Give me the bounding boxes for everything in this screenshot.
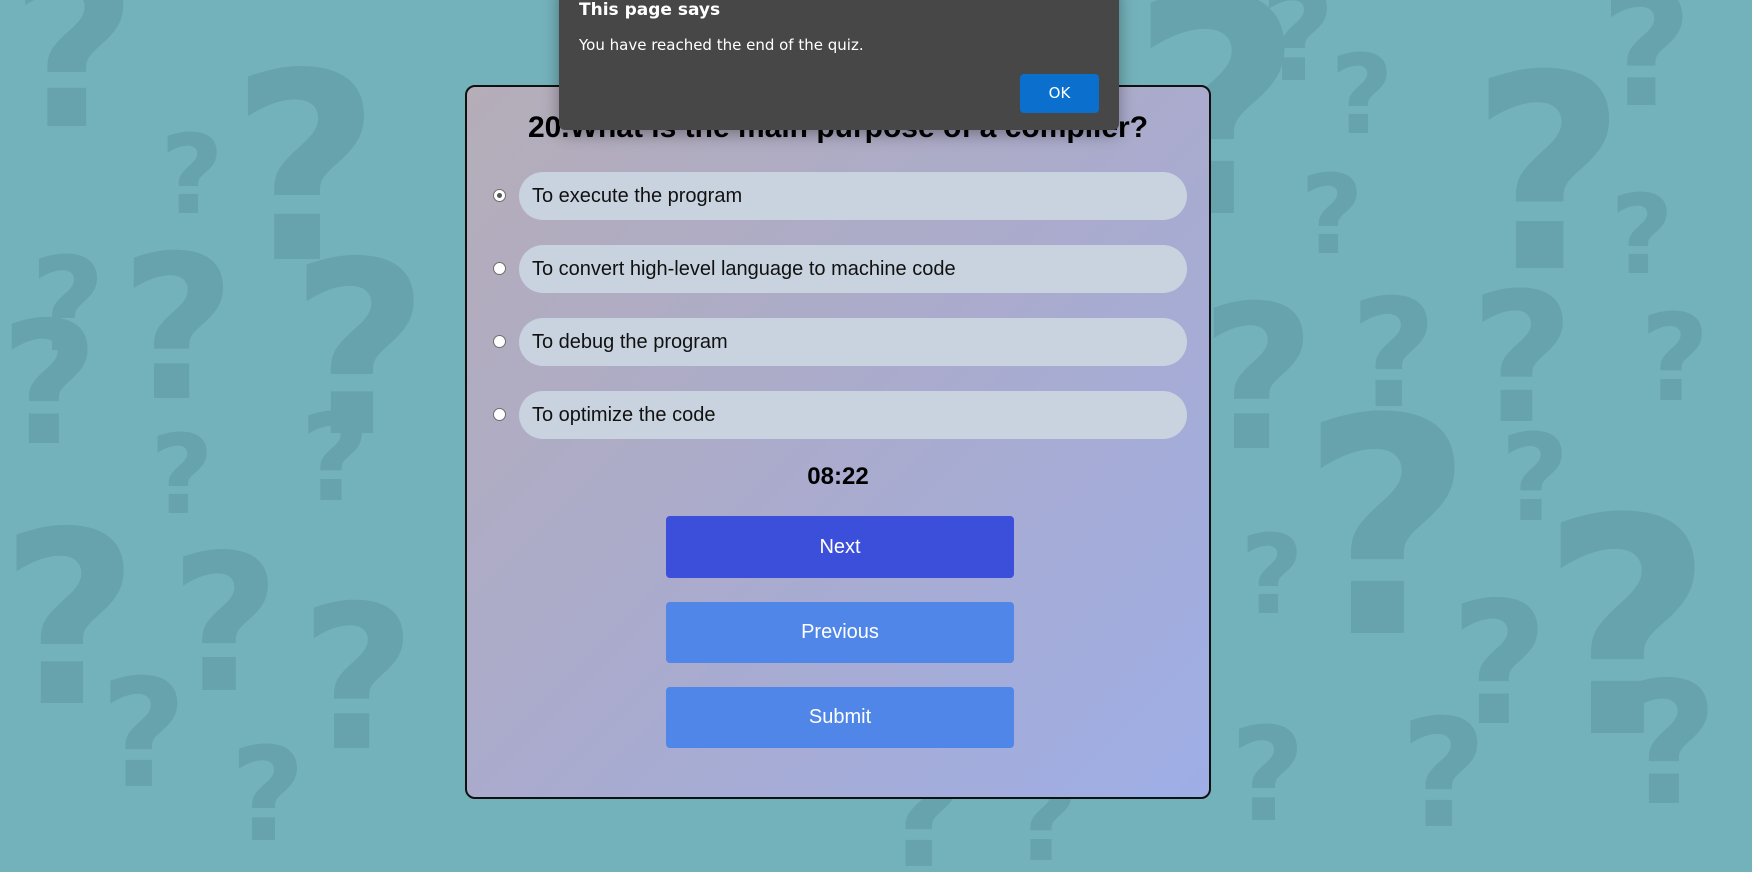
question-mark-icon: ? [1400, 688, 1488, 862]
submit-button[interactable]: Submit [666, 687, 1014, 748]
question-mark-icon: ? [1640, 290, 1710, 429]
timer: 08:22 [807, 463, 869, 490]
question-mark-icon: ? [1200, 263, 1317, 496]
option-row[interactable]: To execute the program [493, 172, 1187, 220]
question-mark-icon: ? [100, 648, 188, 822]
question-mark-icon: ? [1300, 151, 1364, 279]
question-mark-icon: ? [1610, 171, 1674, 299]
question-mark-icon: ? [1230, 699, 1306, 851]
question-mark-icon: ? [1240, 511, 1304, 639]
quiz-card: 20.What is the main purpose of a compile… [465, 85, 1211, 799]
question-mark-icon: ? [1330, 31, 1394, 159]
question-mark-icon: ? [120, 213, 237, 446]
option-radio[interactable] [493, 408, 506, 421]
option-label[interactable]: To convert high-level language to machin… [519, 245, 1187, 293]
question-mark-icon: ? [300, 390, 370, 529]
previous-button[interactable]: Previous [666, 602, 1014, 663]
dialog-message: You have reached the end of the quiz. [579, 36, 864, 54]
question-mark-icon: ? [300, 563, 417, 796]
alert-dialog: This page says You have reached the end … [559, 0, 1119, 130]
question-mark-icon: ? [1600, 0, 1693, 143]
dialog-ok-button[interactable]: OK [1020, 74, 1099, 113]
next-button[interactable]: Next [666, 516, 1014, 578]
option-label[interactable]: To debug the program [519, 318, 1187, 366]
dialog-title: This page says [579, 0, 721, 20]
option-row[interactable]: To debug the program [493, 318, 1187, 366]
option-label[interactable]: To execute the program [519, 172, 1187, 220]
question-mark-icon: ? [0, 286, 99, 484]
question-mark-icon: ? [1260, 0, 1336, 111]
question-mark-icon: ? [10, 0, 138, 178]
option-row[interactable]: To optimize the code [493, 391, 1187, 439]
question-mark-icon: ? [1620, 646, 1719, 844]
question-mark-icon: ? [1300, 355, 1475, 704]
option-radio[interactable] [493, 189, 506, 202]
option-row[interactable]: To convert high-level language to machin… [493, 245, 1187, 293]
option-label[interactable]: To optimize the code [519, 391, 1187, 439]
option-radio[interactable] [493, 335, 506, 348]
option-radio[interactable] [493, 262, 506, 275]
question-mark-icon: ? [230, 719, 306, 871]
